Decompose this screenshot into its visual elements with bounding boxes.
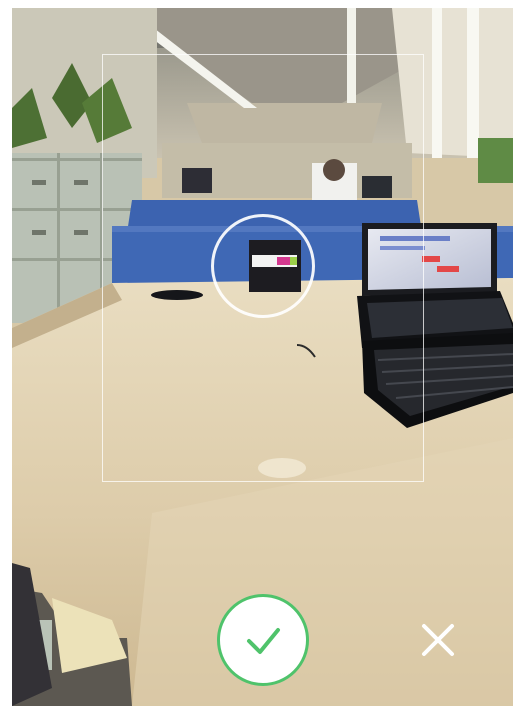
focus-ring (211, 214, 315, 318)
close-button[interactable] (416, 618, 460, 662)
confirm-capture-button[interactable] (217, 594, 309, 686)
check-icon (247, 628, 280, 654)
camera-viewfinder (12, 8, 513, 706)
close-icon (422, 624, 454, 656)
